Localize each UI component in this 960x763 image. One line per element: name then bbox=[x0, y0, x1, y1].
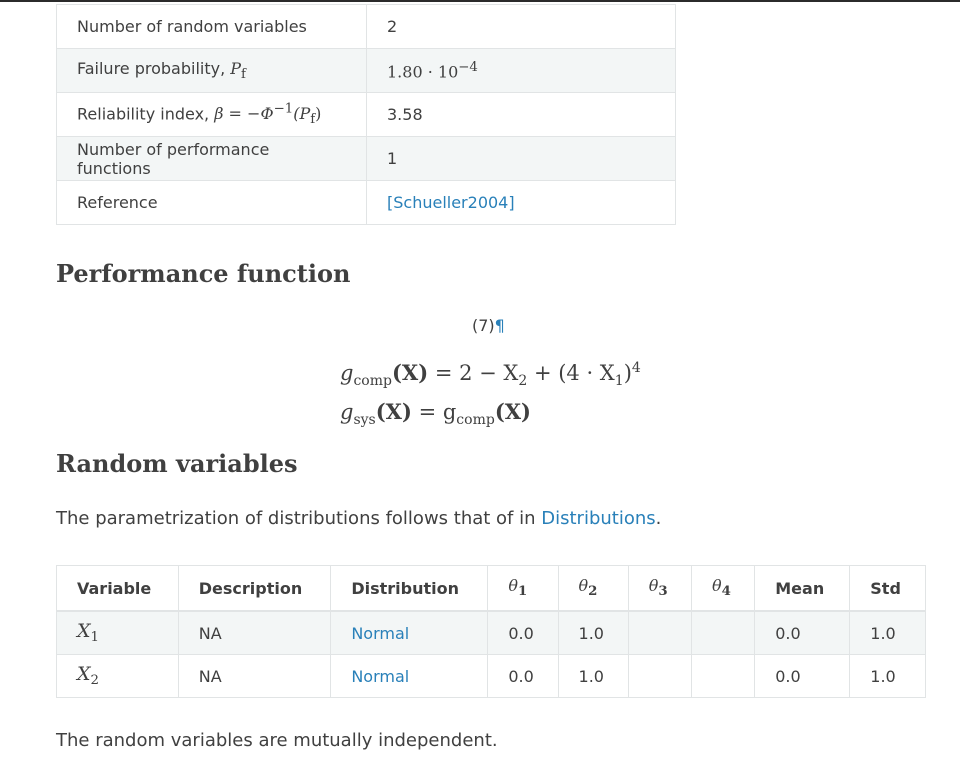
summary-key: Reference bbox=[56, 180, 367, 225]
description-cell: NA bbox=[177, 610, 332, 655]
distributions-link[interactable]: Distributions bbox=[541, 508, 655, 529]
equation-number: (7)¶ bbox=[472, 316, 505, 335]
table-row: Number of performance functions 1 bbox=[56, 136, 676, 181]
table-header-row: Variable Description Distribution θ1 θ2 … bbox=[56, 565, 926, 612]
distribution-cell: Normal bbox=[330, 610, 489, 655]
std-cell: 1.0 bbox=[849, 654, 926, 698]
variables-table: Variable Description Distribution θ1 θ2 … bbox=[56, 565, 926, 698]
normal-distribution-link[interactable]: Normal bbox=[351, 624, 409, 643]
theta-1-cell: 0.0 bbox=[487, 610, 559, 655]
header-theta-3: θ3 bbox=[627, 565, 692, 612]
table-row: Reliability index, β = −Φ−1(Pf) 3.58 bbox=[56, 92, 676, 137]
normal-distribution-link[interactable]: Normal bbox=[351, 667, 409, 686]
summary-value: 1.80 · 10−4 bbox=[366, 48, 676, 93]
std-cell: 1.0 bbox=[849, 610, 926, 655]
table-row: X2 NA Normal 0.0 1.0 0.0 1.0 bbox=[56, 654, 926, 698]
theta-4-cell bbox=[690, 654, 756, 698]
distribution-cell: Normal bbox=[330, 654, 489, 698]
equation-line-2: gsys(X) = gcomp(X) bbox=[340, 399, 531, 429]
table-row: X1 NA Normal 0.0 1.0 0.0 1.0 bbox=[56, 610, 926, 655]
header-theta-1: θ1 bbox=[487, 565, 559, 612]
mean-cell: 0.0 bbox=[754, 654, 851, 698]
reference-link[interactable]: [Schueller2004] bbox=[387, 193, 515, 212]
header-variable: Variable bbox=[56, 565, 179, 612]
header-theta-2: θ2 bbox=[557, 565, 629, 612]
summary-key: Failure probability, Pf bbox=[56, 48, 367, 93]
summary-value: 3.58 bbox=[366, 92, 676, 137]
summary-value: 1 bbox=[366, 136, 676, 181]
table-row: Number of random variables 2 bbox=[56, 4, 676, 49]
equation-line-1: gcomp(X) = 2 − X2 + (4 · X1)4 bbox=[340, 360, 641, 390]
theta-3-cell bbox=[627, 654, 692, 698]
theta-1-cell: 0.0 bbox=[487, 654, 559, 698]
table-row: Failure probability, Pf 1.80 · 10−4 bbox=[56, 48, 676, 93]
summary-key: Number of performance functions bbox=[56, 136, 367, 181]
summary-value: 2 bbox=[366, 4, 676, 49]
top-border bbox=[0, 0, 960, 2]
mean-cell: 0.0 bbox=[754, 610, 851, 655]
header-theta-4: θ4 bbox=[690, 565, 756, 612]
summary-table: Number of random variables 2 Failure pro… bbox=[56, 4, 676, 225]
table-row: Reference [Schueller2004] bbox=[56, 180, 676, 225]
permalink-icon[interactable]: ¶ bbox=[495, 316, 505, 335]
theta-3-cell bbox=[627, 610, 692, 655]
summary-key: Reliability index, β = −Φ−1(Pf) bbox=[56, 92, 367, 137]
header-distribution: Distribution bbox=[330, 565, 489, 612]
summary-value: [Schueller2004] bbox=[366, 180, 676, 225]
header-mean: Mean bbox=[754, 565, 851, 612]
variable-cell: X2 bbox=[56, 654, 179, 698]
parametrization-text: The parametrization of distributions fol… bbox=[56, 508, 662, 529]
independence-text: The random variables are mutually indepe… bbox=[56, 730, 498, 751]
random-variables-heading: Random variables bbox=[56, 449, 298, 478]
description-cell: NA bbox=[177, 654, 332, 698]
summary-key: Number of random variables bbox=[56, 4, 367, 49]
theta-2-cell: 1.0 bbox=[557, 654, 629, 698]
theta-2-cell: 1.0 bbox=[557, 610, 629, 655]
header-description: Description bbox=[177, 565, 332, 612]
header-std: Std bbox=[849, 565, 926, 612]
variable-cell: X1 bbox=[56, 610, 179, 655]
theta-4-cell bbox=[690, 610, 756, 655]
performance-function-heading: Performance function bbox=[56, 259, 351, 288]
